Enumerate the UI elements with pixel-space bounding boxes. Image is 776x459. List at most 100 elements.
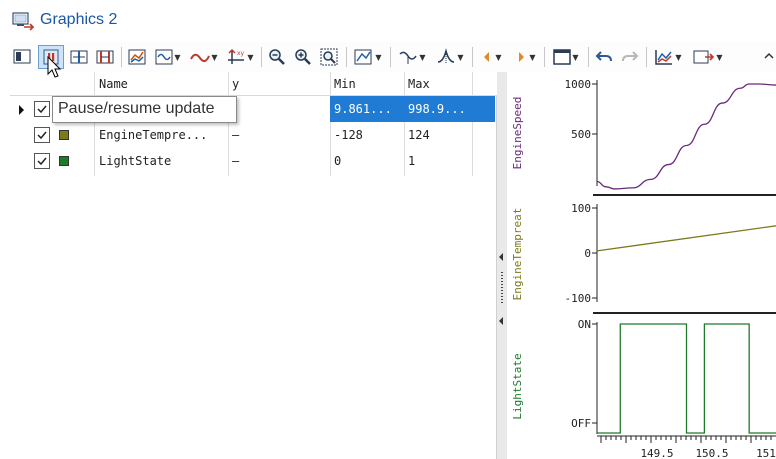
- signal-max: 998.9...: [408, 102, 466, 116]
- undo-button[interactable]: [592, 45, 616, 69]
- stacked-signal-plots[interactable]: EngineSpeed1000500EngineTempreat 1000-100…: [507, 72, 776, 459]
- y-tick-label: ON: [578, 318, 591, 331]
- chevron-down-icon: ▼: [457, 52, 464, 62]
- chevron-down-icon: ▼: [716, 52, 723, 62]
- window-title: Graphics 2: [40, 11, 118, 28]
- y-axis-label: LightState: [511, 353, 524, 419]
- tooltip: Pause/resume update: [52, 96, 237, 123]
- zoom-fit-icon: [320, 48, 338, 66]
- visibility-checkbox[interactable]: [34, 153, 50, 169]
- peak-button[interactable]: ▼: [432, 45, 468, 69]
- column-header-name[interactable]: Name: [99, 77, 128, 91]
- visibility-checkbox[interactable]: [34, 127, 50, 143]
- checkmark-icon: [37, 131, 47, 140]
- signal-min: 9.861...: [334, 102, 392, 116]
- cursor-line-icon: [70, 50, 88, 64]
- chevron-down-icon: ▼: [174, 52, 181, 62]
- measure-icon: [354, 49, 372, 65]
- splitter-grip[interactable]: [501, 272, 503, 304]
- y-tick-label: OFF: [571, 417, 591, 430]
- signal-min: -128: [334, 128, 363, 142]
- scroll-left-button[interactable]: ▼: [476, 45, 506, 69]
- chevron-down-icon: ▼: [675, 52, 682, 62]
- curve-button[interactable]: ▼: [394, 45, 430, 69]
- chart-type-button[interactable]: [125, 45, 149, 69]
- peak-icon: [438, 48, 455, 64]
- panel-splitter[interactable]: [497, 72, 507, 459]
- zoom-fit-button[interactable]: [317, 45, 341, 69]
- signal-color-swatch[interactable]: [59, 156, 69, 166]
- current-row-indicator-icon: [19, 105, 24, 115]
- column-header-y[interactable]: y: [232, 77, 239, 91]
- checkmark-icon: [37, 157, 47, 166]
- collapse-left-icon[interactable]: [499, 253, 503, 261]
- difference-cursor-icon: [96, 50, 114, 64]
- table-row[interactable]: EngineTempre... – -128 124: [10, 122, 497, 148]
- x-tick-label: 151: [756, 447, 776, 459]
- y-tick-label: 500: [571, 128, 591, 141]
- chevron-down-icon: ▼: [495, 52, 502, 62]
- chevron-down-icon: ▼: [529, 52, 536, 62]
- toolbar-overflow-button[interactable]: [762, 45, 776, 69]
- graphics-window-icon: [12, 12, 34, 31]
- cursor-button[interactable]: [67, 45, 91, 69]
- export-button[interactable]: ▼: [688, 45, 728, 69]
- zoom-in-icon: [295, 49, 311, 65]
- chevron-down-icon: ▼: [419, 52, 426, 62]
- measure-button[interactable]: ▼: [350, 45, 386, 69]
- axis-button[interactable]: xy ▼: [223, 45, 257, 69]
- signal-style-icon: [155, 49, 173, 65]
- scroll-right-button[interactable]: ▼: [510, 45, 540, 69]
- curve-icon: [399, 51, 418, 64]
- x-tick-label: 150.5: [695, 447, 728, 459]
- chevron-down-icon: ▼: [375, 52, 382, 62]
- zoom-out-button[interactable]: [265, 45, 289, 69]
- signal-y: –: [232, 128, 240, 142]
- column-header-min[interactable]: Min: [334, 77, 356, 91]
- chevron-down-icon: ▼: [211, 52, 218, 62]
- chart-type-icon: [128, 49, 146, 65]
- arrow-right-icon: [519, 52, 525, 62]
- redo-icon: [622, 51, 639, 62]
- signal-name: EngineTempre...: [99, 128, 208, 142]
- checkmark-icon: [37, 105, 47, 114]
- line-style-button[interactable]: ▼: [187, 45, 221, 69]
- y-tick-label: -100: [565, 292, 592, 305]
- difference-cursor-button[interactable]: [93, 45, 117, 69]
- toolbar: ▼ ▼ xy ▼ ▼ ▼ ▼ ▼ ▼ ▼ ▼ ▼: [10, 42, 776, 72]
- chevron-down-icon: ▼: [572, 52, 579, 62]
- y-tick-label: 100: [571, 202, 591, 215]
- series-line: [596, 83, 776, 190]
- arrow-left-icon: [484, 52, 490, 62]
- signal-style-button[interactable]: ▼: [151, 45, 185, 69]
- window-layout-icon: [553, 49, 572, 65]
- visibility-checkbox[interactable]: [34, 101, 50, 117]
- title-bar: Graphics 2: [0, 0, 776, 40]
- collapse-left-icon[interactable]: [499, 317, 503, 325]
- options-button[interactable]: ▼: [650, 45, 686, 69]
- y-axis-label: EngineTempreat: [511, 208, 524, 301]
- x-tick-label: 149.5: [640, 447, 673, 459]
- axis-scale-icon: xy: [228, 48, 245, 64]
- signal-max: 124: [408, 128, 430, 142]
- grid-header: Name y Min Max: [10, 72, 497, 96]
- fit-view-button[interactable]: [10, 45, 34, 69]
- chart-options-icon: [655, 50, 673, 65]
- signal-y: –: [232, 154, 240, 168]
- redo-button[interactable]: [618, 45, 642, 69]
- mouse-pointer-icon: [47, 56, 62, 78]
- plot-area[interactable]: EngineSpeed 1000 500 EngineTempreat 100 0 -100…: [507, 72, 776, 459]
- zoom-in-button[interactable]: [291, 45, 315, 69]
- layout-button[interactable]: ▼: [548, 45, 584, 69]
- undo-icon: [595, 51, 612, 62]
- column-header-max[interactable]: Max: [408, 77, 430, 91]
- svg-text:xy: xy: [237, 50, 245, 57]
- fit-view-icon: [13, 49, 31, 64]
- table-row[interactable]: LightState – 0 1: [10, 148, 497, 174]
- chevron-down-icon: ▼: [247, 52, 254, 62]
- signal-max: 1: [408, 154, 416, 168]
- zoom-out-icon: [269, 49, 285, 65]
- export-icon: [693, 50, 715, 64]
- signal-color-swatch[interactable]: [59, 130, 69, 140]
- curve-style-icon: [190, 53, 211, 62]
